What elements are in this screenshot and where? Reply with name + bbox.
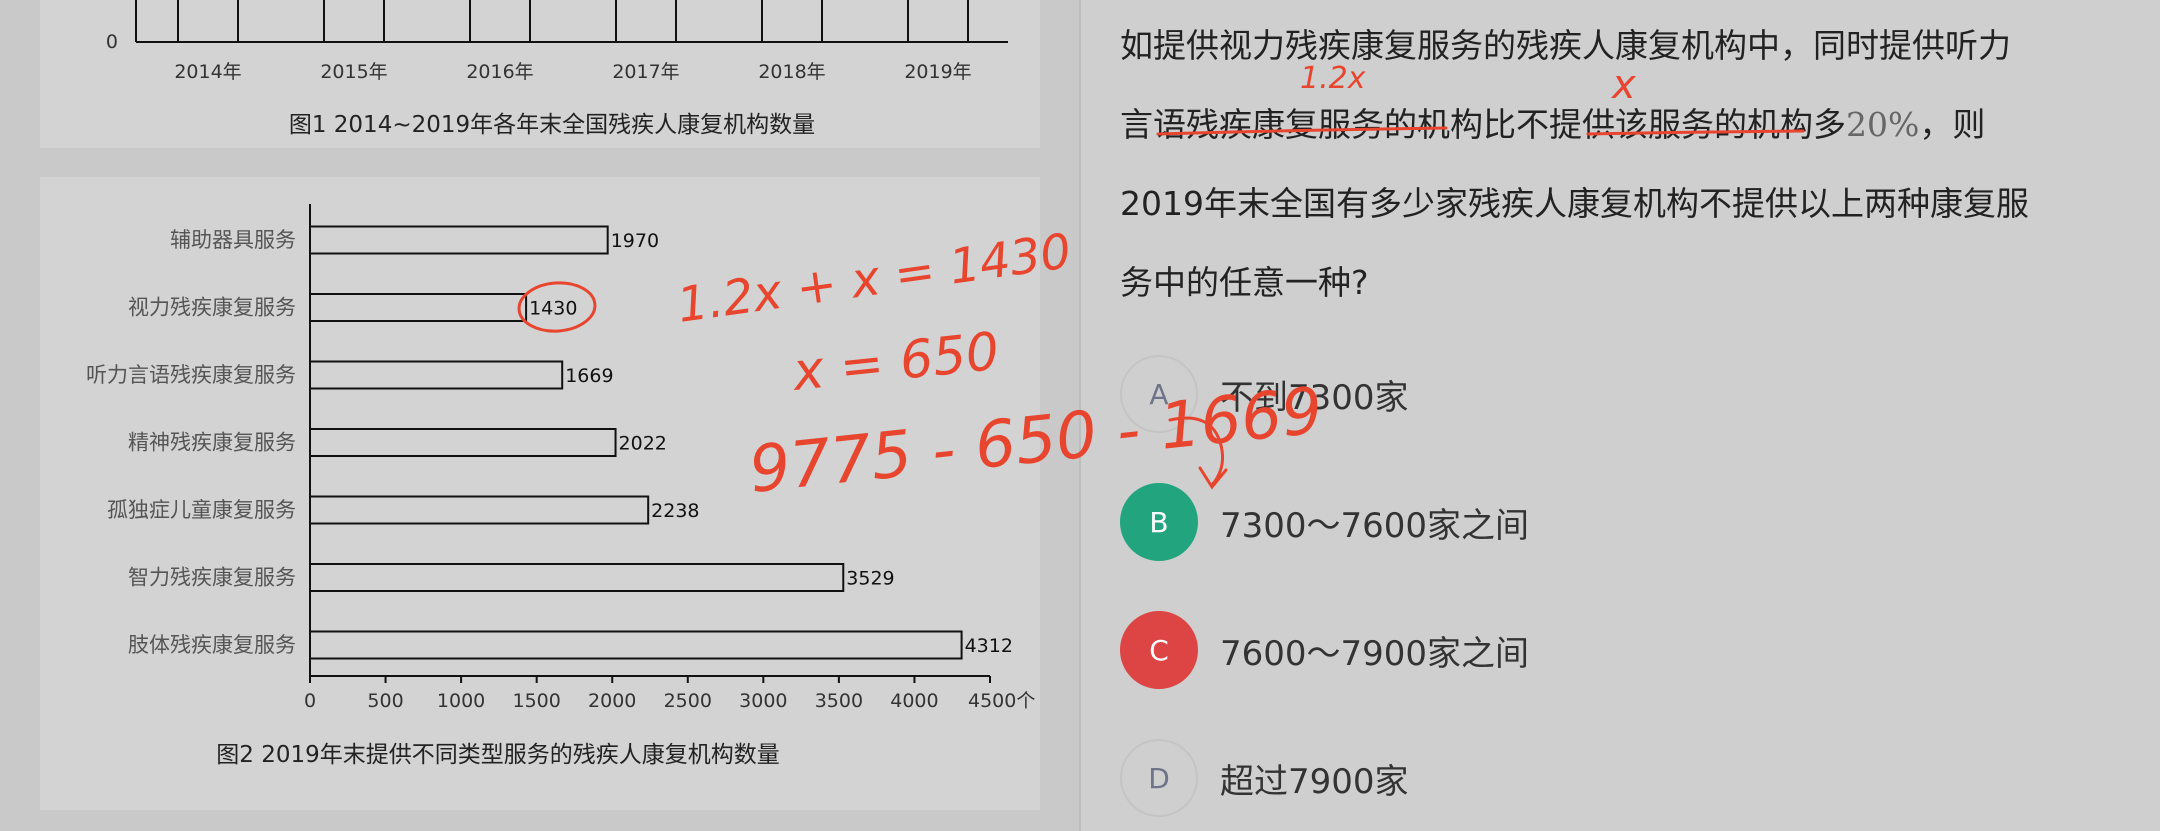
- question-line-3: 2019年末全国有多少家残疾人康复机构不提供以上两种康复服: [1120, 184, 2029, 223]
- chart1-caption: 图1 2014~2019年各年末全国残疾人康复机构数量: [289, 112, 815, 138]
- chart1-bar-2016: [469, 0, 531, 43]
- chart2-category-label: 智力残疾康复服务: [128, 566, 296, 590]
- chart2-data-label: 3529: [846, 568, 894, 590]
- chart2-card: 辅助器具服务 1970 视力残疾康复服务 1430 听力言语残疾康复服务 1669 精神残疾…: [40, 177, 1040, 810]
- chart1-bar-2017: [615, 0, 677, 43]
- chart2-x-tick-label: 2500: [664, 690, 712, 712]
- question-fragment: 言: [1120, 105, 1153, 144]
- chart2-x-tick-label: 3000: [739, 690, 787, 712]
- option-d[interactable]: D 超过7900家: [1120, 737, 1409, 819]
- chart2-category-label: 肢体残疾康复服务: [128, 633, 296, 657]
- chart2-bar: [309, 428, 617, 457]
- option-a[interactable]: A 不到7300家: [1120, 353, 1409, 435]
- question-line-4: 务中的任意一种?: [1120, 263, 1369, 302]
- option-c-letter[interactable]: C: [1120, 611, 1198, 689]
- option-c-text[interactable]: 7600～7900家之间: [1220, 626, 1529, 675]
- chart2-data-label: 2238: [651, 500, 699, 522]
- option-d-text[interactable]: 超过7900家: [1220, 754, 1409, 803]
- chart2-x-tick-label: 4500个: [968, 690, 1035, 712]
- chart2-x-tick-label: 2000: [588, 690, 636, 712]
- chart2-bar: [309, 495, 650, 525]
- chart2-category-label: 辅助器具服务: [170, 228, 296, 252]
- chart2-x-tick-label: 1000: [437, 690, 485, 712]
- option-a-text[interactable]: 不到7300家: [1220, 370, 1409, 419]
- chart2-data-label: 2022: [619, 433, 667, 455]
- chart1-card: 0 2014年 2015年 2016年 2017年 2018年 2019年 图1…: [40, 0, 1040, 148]
- chart2-x-tick-label: 0: [304, 690, 316, 712]
- chart2-data-label: 1669: [565, 365, 613, 387]
- chart1-bar-2015: [323, 0, 385, 43]
- chart1-x-tick: 2014年: [174, 61, 241, 83]
- question-text: 如提供视力残疾康复服务的残疾人康复机构中，同时提供听力 言语残疾康复服务的机构比…: [1120, 6, 2130, 322]
- chart1-x-tick: 2018年: [758, 61, 825, 83]
- chart2-category-label: 视力残疾康复服务: [128, 296, 296, 320]
- chart1-bar-2018: [761, 0, 823, 43]
- chart1-y-tick-0: 0: [106, 31, 118, 53]
- chart2-x-tick-label: 500: [367, 690, 403, 712]
- chart2-bar: [309, 563, 845, 592]
- chart2-x-tick-label: 3500: [815, 690, 863, 712]
- left-pane: 0 2014年 2015年 2016年 2017年 2018年 2019年 图1…: [0, 0, 1079, 831]
- option-b[interactable]: B 7300～7600家之间: [1120, 481, 1529, 563]
- option-b-letter[interactable]: B: [1120, 483, 1198, 561]
- chart1-x-tick: 2015年: [320, 61, 387, 83]
- chart2-category-label: 精神残疾康复服务: [128, 431, 296, 455]
- chart2-bar: [309, 225, 609, 255]
- chart2-category-label: 孤独症儿童康复服务: [107, 498, 296, 522]
- chart2-data-label: 1970: [611, 230, 659, 252]
- option-d-letter[interactable]: D: [1120, 739, 1198, 817]
- chart2-x-tick-label: 1500: [512, 690, 560, 712]
- underlined-phrase-2: 提供该服务的: [1549, 105, 1747, 144]
- chart1-bar-2014: [177, 0, 239, 43]
- question-line-1: 如提供视力残疾康复服务的残疾人康复机构中，同时提供听力: [1120, 26, 2011, 65]
- chart1-bars: [177, 0, 969, 43]
- chart1-svg: 0 2014年 2015年 2016年 2017年 2018年 2019年 图1…: [106, 0, 1008, 138]
- underlined-phrase-1: 语残疾康复服务的: [1153, 105, 1417, 144]
- chart2-caption: 图2 2019年末提供不同类型服务的残疾人康复机构数量: [216, 742, 779, 768]
- chart2-svg: 辅助器具服务 1970 视力残疾康复服务 1430 听力言语残疾康复服务 1669 精神残疾…: [86, 204, 1035, 768]
- chart2-category-label: 听力言语残疾康复服务: [86, 363, 296, 387]
- question-line-2: 言语残疾康复服务的机构比不提供该服务的机构多20%，则: [1120, 85, 2130, 164]
- chart1-x-tick: 2016年: [466, 61, 533, 83]
- percentage: 20%: [1846, 105, 1920, 144]
- question-fragment: ，则: [1919, 105, 1986, 144]
- option-b-text[interactable]: 7300～7600家之间: [1220, 498, 1529, 547]
- chart1-x-tick: 2019年: [904, 61, 971, 83]
- chart2-data-label: 1430: [529, 298, 577, 320]
- option-c[interactable]: C 7600～7900家之间: [1120, 609, 1529, 691]
- chart2-bar: [309, 360, 564, 390]
- chart2-data-label: 4312: [965, 635, 1013, 657]
- chart2-x-tick-label: 4000: [890, 690, 938, 712]
- chart2-bar: [309, 293, 528, 322]
- question-fragment: 机构比不: [1417, 105, 1549, 144]
- chart2-bar: [309, 630, 963, 660]
- chart1-bar-2019: [907, 0, 969, 43]
- question-fragment: 机构多: [1747, 105, 1846, 144]
- option-a-letter[interactable]: A: [1120, 355, 1198, 433]
- chart1-x-tick: 2017年: [612, 61, 679, 83]
